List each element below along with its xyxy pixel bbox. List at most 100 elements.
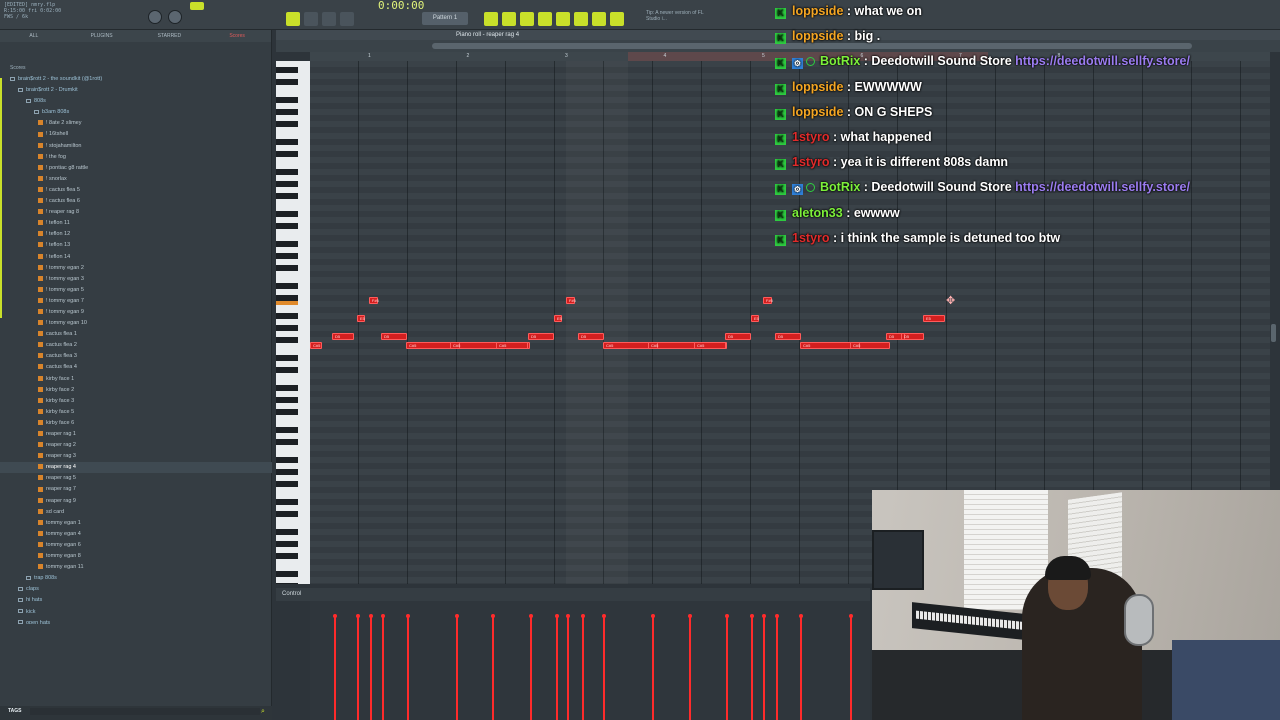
black-key[interactable]	[276, 367, 298, 373]
midi-note[interactable]: C#5	[648, 342, 658, 349]
browser-folder[interactable]: kick	[0, 607, 272, 618]
velocity-stem[interactable]	[602, 614, 606, 720]
midi-note[interactable]: F#5	[763, 297, 773, 304]
browser-file[interactable]: cactus flea 2	[0, 340, 272, 351]
browser-file[interactable]: reaper rag 7	[0, 484, 272, 495]
velocity-stem[interactable]	[651, 614, 655, 720]
browser-file[interactable]: ! teflon 12	[0, 229, 272, 240]
black-key[interactable]	[276, 313, 298, 319]
black-key[interactable]	[276, 499, 298, 505]
black-key[interactable]	[276, 121, 298, 127]
vertical-scrollbar[interactable]	[1271, 324, 1276, 342]
piano-roll-button[interactable]	[556, 12, 570, 26]
browser-file[interactable]: ! tommy egan 3	[0, 274, 272, 285]
velocity-stem[interactable]	[581, 614, 585, 720]
master-pitch-knob[interactable]	[168, 10, 182, 24]
browser-file[interactable]: ! tommy egan 2	[0, 263, 272, 274]
mixer-button[interactable]	[538, 12, 552, 26]
velocity-lane[interactable]	[310, 601, 870, 720]
midi-note[interactable]: E5	[751, 315, 759, 322]
velocity-stem[interactable]	[381, 614, 385, 720]
black-key[interactable]	[276, 139, 298, 145]
chat-link[interactable]: https://deedotwill.sellfy.store/	[1015, 54, 1190, 68]
black-key[interactable]	[276, 109, 298, 115]
chat-username[interactable]: aleton33	[792, 206, 843, 220]
browser-file[interactable]: ! tommy egan 5	[0, 285, 272, 296]
browser-file[interactable]: ! snorlax	[0, 174, 272, 185]
browser-file[interactable]: kirby face 5	[0, 407, 272, 418]
black-key[interactable]	[276, 97, 298, 103]
black-key[interactable]	[276, 355, 298, 361]
browser-file[interactable]: reaper rag 9	[0, 496, 272, 507]
black-key[interactable]	[276, 553, 298, 559]
browser-file[interactable]: kirby face 6	[0, 418, 272, 429]
midi-note[interactable]: E5	[923, 315, 945, 322]
midi-note[interactable]: F#5	[566, 297, 576, 304]
browser-root[interactable]: Scores	[10, 63, 26, 74]
browser-file[interactable]: ! 16tshell	[0, 129, 272, 140]
play-button[interactable]	[304, 12, 318, 26]
black-key[interactable]	[276, 79, 298, 85]
playlist-button[interactable]	[502, 12, 516, 26]
stop-button[interactable]	[322, 12, 336, 26]
tags-search-input[interactable]	[30, 708, 260, 715]
browser-file[interactable]: sd card	[0, 507, 272, 518]
velocity-stem[interactable]	[762, 614, 766, 720]
browser-folder[interactable]: brain$rott 2 - the soundkit (@1rott)	[0, 74, 272, 85]
midi-note[interactable]: D5	[528, 333, 554, 340]
velocity-stem[interactable]	[356, 614, 360, 720]
browser-file[interactable]: ! teflon 13	[0, 240, 272, 251]
chat-username[interactable]: loppside	[792, 29, 843, 43]
midi-note[interactable]: C#5	[800, 342, 890, 349]
black-key[interactable]	[276, 193, 298, 199]
browser-folder[interactable]: b3am 808s	[0, 107, 272, 118]
velocity-stem[interactable]	[529, 614, 533, 720]
browser-file[interactable]: tommy egan 6	[0, 540, 272, 551]
chat-username[interactable]: loppside	[792, 80, 843, 94]
browser-file[interactable]: tommy egan 11	[0, 562, 272, 573]
browser-folder[interactable]: claps	[0, 584, 272, 595]
browser-file[interactable]: ! the fog	[0, 152, 272, 163]
browser-file[interactable]: reaper rag 5	[0, 473, 272, 484]
black-key[interactable]	[276, 511, 298, 517]
browser-file[interactable]: cactus flea 4	[0, 362, 272, 373]
browser-file[interactable]: ! pontiac g8 rattle	[0, 163, 272, 174]
black-key[interactable]	[276, 481, 298, 487]
velocity-stem[interactable]	[725, 614, 729, 720]
black-key[interactable]	[276, 571, 298, 577]
black-key[interactable]	[276, 397, 298, 403]
browser-file[interactable]: ! cactus flea 5	[0, 185, 272, 196]
black-key[interactable]	[276, 529, 298, 535]
browser-file[interactable]: cactus flea 1	[0, 329, 272, 340]
browser-folder[interactable]: 808s	[0, 96, 272, 107]
browser-file[interactable]: ! teflon 14	[0, 252, 272, 263]
black-key[interactable]	[276, 151, 298, 157]
browser-file[interactable]: kirby face 1	[0, 374, 272, 385]
black-key[interactable]	[276, 169, 298, 175]
browser-file[interactable]: ! tommy egan 10	[0, 318, 272, 329]
search-icon[interactable]: ⌕	[261, 707, 269, 715]
chat-username[interactable]: loppside	[792, 4, 843, 18]
midi-note[interactable]: F#5	[369, 297, 379, 304]
black-key[interactable]	[276, 67, 298, 73]
browser-folder[interactable]: open hats	[0, 618, 272, 624]
channel-rack-button[interactable]	[520, 12, 534, 26]
edit-mode-button[interactable]	[190, 2, 204, 10]
midi-note[interactable]: C#5	[496, 342, 528, 349]
midi-note[interactable]: C#5	[850, 342, 860, 349]
velocity-stem[interactable]	[369, 614, 373, 720]
velocity-stem[interactable]	[775, 614, 779, 720]
midi-note[interactable]: E5	[357, 315, 365, 322]
black-key[interactable]	[276, 241, 298, 247]
browser-folder[interactable]: hi hats	[0, 595, 272, 606]
midi-note[interactable]: C#5	[310, 342, 322, 349]
black-key[interactable]	[276, 541, 298, 547]
velocity-stem[interactable]	[555, 614, 559, 720]
chat-username[interactable]: BotRix	[820, 180, 860, 194]
browser-file[interactable]: tommy egan 8	[0, 551, 272, 562]
velocity-stem[interactable]	[491, 614, 495, 720]
piano-keyboard[interactable]	[276, 61, 310, 584]
midi-note[interactable]: D5	[775, 333, 801, 340]
browser-folder[interactable]: trap 808s	[0, 573, 272, 584]
browser-file[interactable]: reaper rag 4	[0, 462, 272, 474]
